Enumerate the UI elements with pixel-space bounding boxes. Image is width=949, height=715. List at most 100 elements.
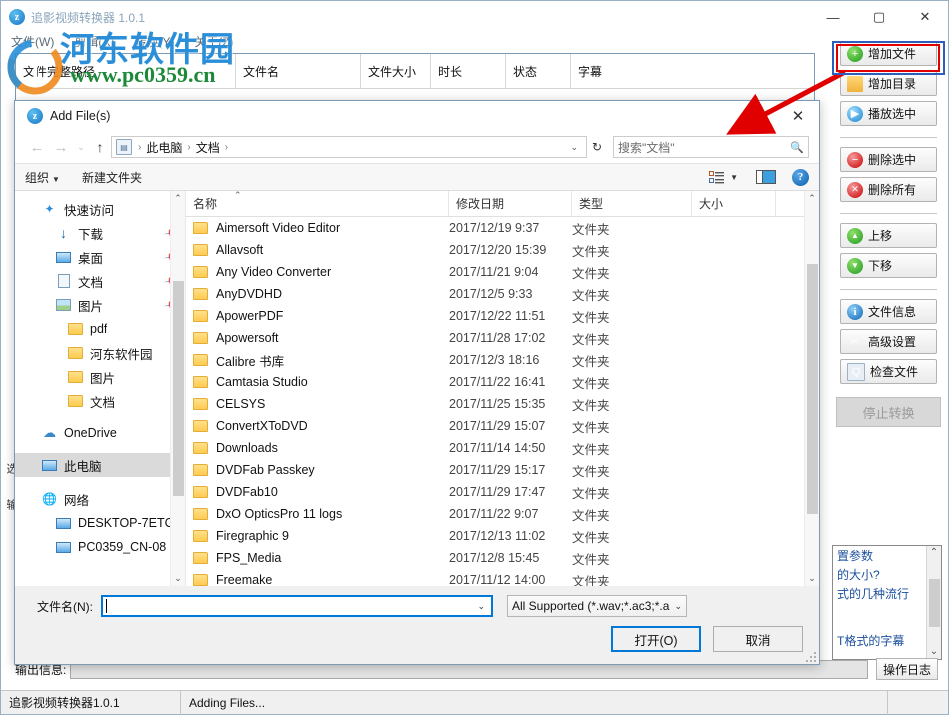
breadcrumb-bar[interactable]: ▤ › 此电脑 › 文档 › ⌄ [111, 136, 587, 158]
file-name-cell[interactable]: ApowerPDF [186, 309, 449, 323]
delete-selected-button[interactable]: − 删除选中 [840, 147, 937, 172]
column-header-type[interactable]: 类型 [572, 191, 692, 216]
help-line-5[interactable]: T格式的字幕 [833, 631, 941, 650]
dialog-close-icon[interactable]: ✕ [777, 101, 819, 131]
scroll-up-arrow-icon[interactable]: ⌃ [174, 191, 182, 206]
forward-arrow-icon[interactable]: → [49, 139, 73, 156]
file-name-cell[interactable]: CELSYS [186, 397, 449, 411]
tree-item-desktop-7etc[interactable]: DESKTOP-7ETC [15, 511, 185, 535]
cancel-button[interactable]: 取消 [713, 626, 803, 652]
scroll-up-arrow-icon[interactable]: ⌃ [808, 191, 816, 206]
table-row[interactable]: ApowerPDF 2017/12/22 11:51 文件夹 [186, 305, 819, 327]
help-icon[interactable]: ? [792, 168, 809, 186]
refresh-icon[interactable]: ↻ [587, 140, 607, 154]
delete-all-button[interactable]: ✕ 删除所有 [840, 177, 937, 202]
file-name-cell[interactable]: Any Video Converter [186, 265, 449, 279]
play-selected-button[interactable]: ▶ 播放选中 [840, 101, 937, 126]
scrollbar-thumb[interactable] [806, 263, 818, 514]
tree-scrollbar[interactable]: ⌃ ⌄ [170, 191, 185, 586]
file-name-cell[interactable]: Allavsoft [186, 243, 449, 257]
operation-log-button[interactable]: 操作日志 [876, 658, 938, 680]
close-button[interactable]: ✕ [902, 1, 948, 33]
column-header-name[interactable]: ⌃ 名称 [186, 191, 449, 216]
file-name-cell[interactable]: Firegraphic 9 [186, 529, 449, 543]
file-name-cell[interactable]: AnyDVDHD [186, 287, 449, 301]
column-header-filename[interactable]: 文件名 [236, 54, 361, 88]
column-header-fullpath[interactable]: 文件完整路径 [16, 54, 236, 88]
view-mode-chevron-icon[interactable]: ▼ [730, 173, 738, 182]
table-row[interactable]: DVDFab Passkey 2017/11/29 15:17 文件夹 [186, 459, 819, 481]
file-name-cell[interactable]: Camtasia Studio [186, 375, 449, 389]
tree-item-onedrive[interactable]: ☁ OneDrive [15, 421, 185, 445]
scroll-down-arrow-icon[interactable]: ⌄ [174, 571, 182, 586]
scrollbar-thumb[interactable] [928, 578, 940, 627]
add-folder-button[interactable]: 增加目录 [840, 71, 937, 96]
file-name-cell[interactable]: Freemake [186, 573, 449, 586]
tree-item-quick-access[interactable]: ✦ 快速访问 [15, 197, 185, 221]
tree-item-pc0359[interactable]: PC0359_CN-08 [15, 535, 185, 559]
breadcrumb-dropdown-icon[interactable]: ⌄ [566, 142, 582, 153]
maximize-button[interactable]: ▢ [856, 1, 902, 33]
file-name-cell[interactable]: DVDFab10 [186, 485, 449, 499]
scroll-up-arrow-icon[interactable]: ⌃ [930, 546, 938, 560]
breadcrumb-this-pc[interactable]: 此电脑 [143, 139, 185, 156]
file-info-button[interactable]: i 文件信息 [840, 299, 937, 324]
advanced-settings-button[interactable]: ✂ 高级设置 [840, 329, 937, 354]
table-row[interactable]: DVDFab10 2017/11/29 17:47 文件夹 [186, 481, 819, 503]
minimize-button[interactable]: — [810, 1, 856, 33]
tree-item-desktop[interactable]: 桌面 📌 [15, 245, 185, 269]
check-file-button[interactable]: Q 检查文件 [840, 359, 937, 384]
column-header-filesize[interactable]: 文件大小 [361, 54, 431, 88]
tree-item-pictures[interactable]: 图片 📌 [15, 293, 185, 317]
help-links-panel[interactable]: 置参数 的大小? 式的几种流行 T格式的字幕 ⌃ ⌄ [832, 545, 942, 660]
file-list[interactable]: ⌃ 名称 修改日期 类型 大小 Aimersoft Video Editor 20… [186, 191, 819, 586]
open-button[interactable]: 打开(O) [611, 626, 701, 652]
file-name-cell[interactable]: Downloads [186, 441, 449, 455]
table-row[interactable]: Any Video Converter 2017/11/21 9:04 文件夹 [186, 261, 819, 283]
tree-item-pictures-folder[interactable]: 图片 [15, 365, 185, 389]
tree-item-downloads[interactable]: ↓ 下载 📌 [15, 221, 185, 245]
table-row[interactable]: DxO OpticsPro 11 logs 2017/11/22 9:07 文件夹 [186, 503, 819, 525]
file-name-cell[interactable]: DVDFab Passkey [186, 463, 449, 477]
back-arrow-icon[interactable]: ← [25, 139, 49, 156]
column-header-size[interactable]: 大小 [692, 191, 776, 216]
navigation-tree[interactable]: ✦ 快速访问 ↓ 下载 📌 桌面 📌 文档 📌 图片 📌 [15, 191, 186, 586]
filename-dropdown-icon[interactable]: ⌄ [477, 601, 488, 612]
preview-pane-icon[interactable] [756, 170, 776, 184]
help-line-3[interactable]: 式的几种流行 [833, 584, 941, 603]
add-file-button[interactable]: + 增加文件 [840, 41, 937, 66]
file-name-cell[interactable]: Apowersoft [186, 331, 449, 345]
file-type-filter-select[interactable]: All Supported (*.wav;*.ac3;*.a ⌄ [507, 595, 687, 617]
tree-item-network[interactable]: 🌐 网络 [15, 487, 185, 511]
table-row[interactable]: Firegraphic 9 2017/12/13 11:02 文件夹 [186, 525, 819, 547]
file-name-cell[interactable]: Calibre 书库 [186, 351, 449, 370]
help-line-1[interactable]: 置参数 [833, 546, 941, 565]
tree-item-pdf[interactable]: pdf [15, 317, 185, 341]
menu-clip[interactable]: 剪辑(X) [64, 33, 124, 50]
help-panel-scrollbar[interactable]: ⌃ ⌄ [926, 546, 941, 659]
column-header-subtitle[interactable]: 字幕 [571, 54, 776, 88]
scrollbar-thumb[interactable] [172, 281, 184, 496]
table-row[interactable]: ConvertXToDVD 2017/11/29 15:07 文件夹 [186, 415, 819, 437]
view-mode-icon[interactable] [708, 170, 724, 184]
table-row[interactable]: AnyDVDHD 2017/12/5 9:33 文件夹 [186, 283, 819, 305]
file-name-cell[interactable]: FPS_Media [186, 551, 449, 565]
table-row[interactable]: Downloads 2017/11/14 14:50 文件夹 [186, 437, 819, 459]
menu-about[interactable]: 关于(Z) [184, 33, 243, 50]
table-row[interactable]: FPS_Media 2017/12/8 15:45 文件夹 [186, 547, 819, 569]
search-input[interactable]: 搜索"文档" 🔍 [613, 136, 809, 158]
table-row[interactable]: Apowersoft 2017/11/28 17:02 文件夹 [186, 327, 819, 349]
column-header-status[interactable]: 状态 [506, 54, 571, 88]
menu-convert[interactable]: 转换(Y) [124, 33, 184, 50]
column-header-duration[interactable]: 时长 [431, 54, 506, 88]
tree-item-hedong[interactable]: 河东软件园 [15, 341, 185, 365]
tree-item-this-pc[interactable]: 此电脑 [15, 453, 185, 477]
menu-file[interactable]: 文件(W) [1, 33, 64, 50]
new-folder-button[interactable]: 新建文件夹 [82, 169, 142, 186]
table-row[interactable]: CELSYS 2017/11/25 15:35 文件夹 [186, 393, 819, 415]
file-name-cell[interactable]: Aimersoft Video Editor [186, 221, 449, 235]
recent-locations-chevron-icon[interactable]: ⌄ [73, 142, 89, 153]
breadcrumb-documents[interactable]: 文档 [193, 139, 223, 156]
move-up-button[interactable]: ▲ 上移 [840, 223, 937, 248]
tree-item-documents[interactable]: 文档 📌 [15, 269, 185, 293]
